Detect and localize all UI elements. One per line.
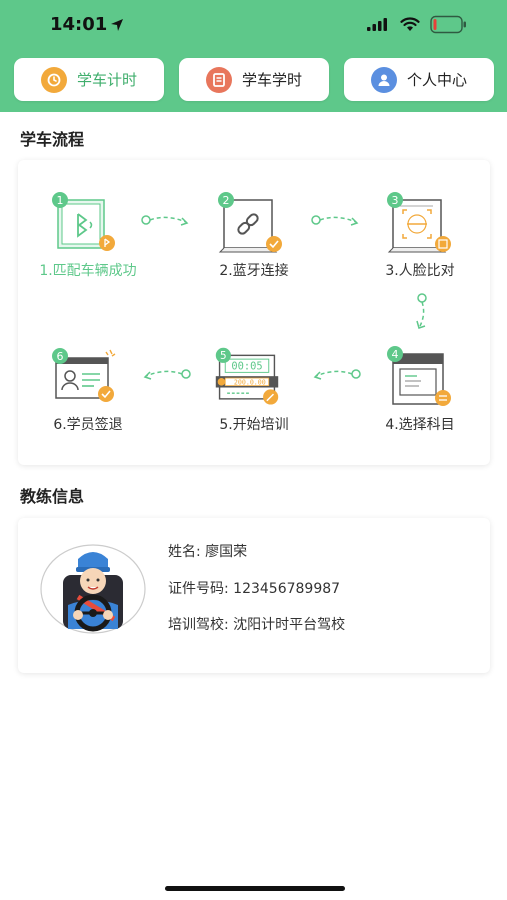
coach-school-line: 培训驾校: 沈阳计时平台驾校 [168,614,345,634]
timer-icon: 00:05 200.0.00 5 [215,347,279,405]
face-scan-icon: 3 [387,192,451,253]
home-indicator [165,886,345,891]
coach-section-title: 教练信息 [20,487,85,506]
step-label-2: 2.蓝牙连接 [219,263,289,279]
step-number: 4 [392,348,399,361]
coach-name-label: 姓名: [168,544,201,560]
step-number: 1 [57,194,64,207]
clock-icon [40,66,67,93]
tab-personal-center[interactable]: 个人中心 [344,58,494,101]
timer-display: 00:05 [231,361,262,373]
step-label-5: 5.开始培训 [219,417,289,433]
board-icon: 4 [387,346,451,406]
step-label-3: 3.人脸比对 [385,263,455,279]
step-number: 2 [223,194,230,207]
step-number: 6 [57,350,64,363]
status-bar: 14:01 [0,0,507,50]
coach-id-label: 证件号码: [168,581,229,597]
step-label-1: 1.匹配车辆成功 [39,263,137,279]
amount-display: 200.0.00 [234,379,266,387]
coach-avatar [40,544,146,634]
coach-name-line: 姓名: 廖国荣 [168,541,247,561]
flow-arrow-icon [143,369,191,380]
flow-arrow-icon [416,293,427,329]
status-time: 14:01 [50,14,108,35]
flow-arrow-icon [141,215,189,226]
coach-name-value: 廖国荣 [205,544,248,560]
tab-label: 个人中心 [406,71,467,89]
top-tabs: 学车计时 学车学时 个人中心 [14,58,494,101]
tab-study-timing[interactable]: 学车计时 [14,58,164,101]
step-number: 5 [220,350,227,362]
wifi-icon [400,17,420,31]
signal-icon [367,18,387,31]
top-header: 14:01 学车计时 学车学时 个人中心 [0,0,507,112]
coach-id-value: 123456789987 [233,581,341,597]
flow-card: 1 1.匹配车辆成功 2 2.蓝牙连接 3 3.人脸比对 4 4.选择科目 00… [18,160,490,465]
coach-school-value: 沈阳计时平台驾校 [233,617,346,633]
coach-card: 姓名: 廖国荣 证件号码: 123456789987 培训驾校: 沈阳计时平台驾… [18,518,490,673]
person-icon [370,66,397,93]
step-number: 3 [392,194,399,207]
location-arrow-icon [111,19,123,31]
step-label-4: 4.选择科目 [385,417,455,433]
id-card-icon: 6 [52,348,116,402]
document-icon [205,66,232,93]
step-label-6: 6.学员签退 [53,417,123,433]
coach-id-line: 证件号码: 123456789987 [168,578,340,598]
coach-school-label: 培训驾校: [168,617,229,633]
tab-study-hours[interactable]: 学车学时 [179,58,329,101]
battery-icon [430,15,466,34]
link-tablet-icon: 2 [218,192,282,253]
flow-section-title: 学车流程 [20,130,85,149]
bluetooth-tablet-icon: 1 [52,192,115,251]
flow-arrow-icon [313,369,361,380]
flow-arrow-icon [311,215,359,226]
tab-label: 学车计时 [76,71,137,89]
tab-label: 学车学时 [241,71,302,89]
